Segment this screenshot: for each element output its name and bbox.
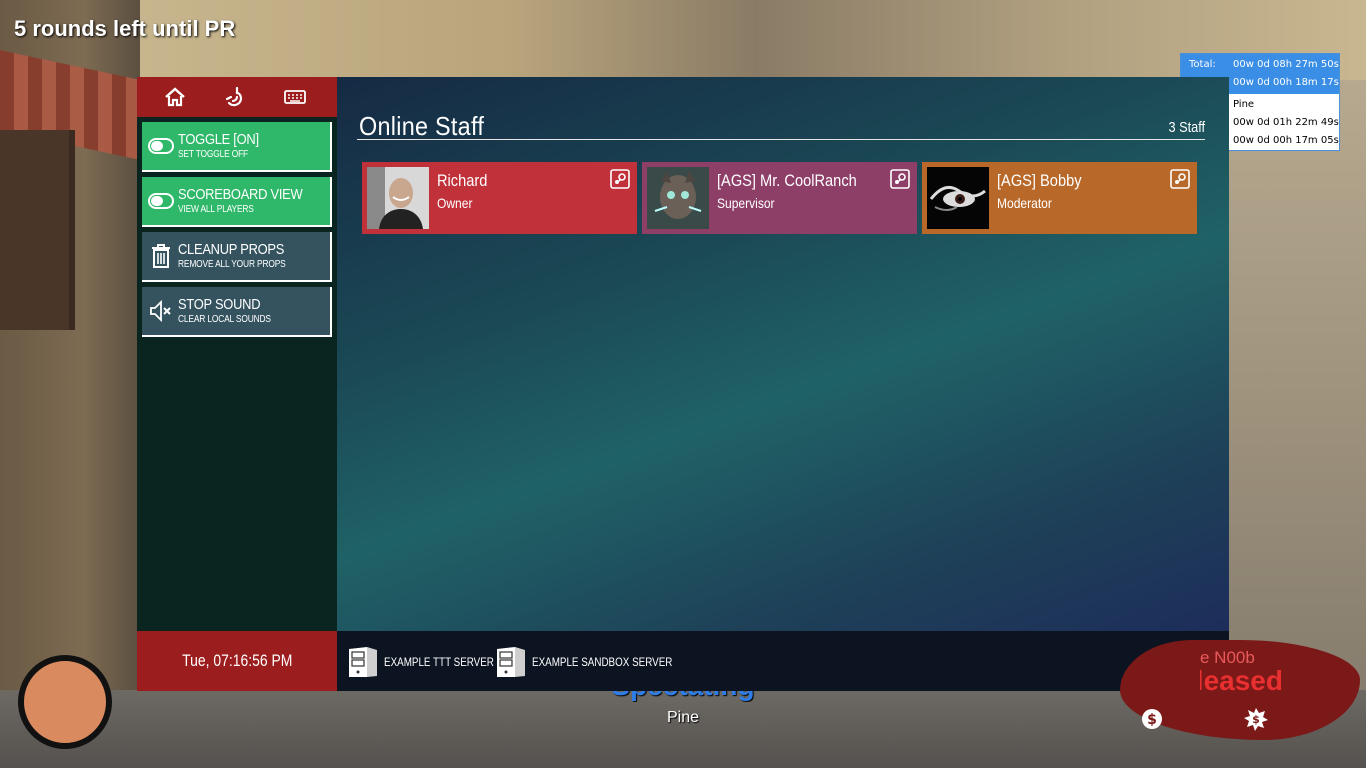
server-link-ttt[interactable]: EXAMPLE TTT SERVER	[347, 645, 518, 679]
toggle-icon	[148, 132, 174, 160]
rounds-left-text: 5 rounds left until PR	[14, 16, 236, 41]
sidebar-tabs	[137, 77, 337, 117]
staff-count: 3 Staff	[1168, 119, 1205, 136]
staff-card[interactable]: [AGS] Mr. CoolRanch Supervisor	[642, 162, 917, 234]
stop-sound-button[interactable]: STOP SOUND CLEAR LOCAL SOUNDS	[142, 287, 332, 337]
steam-icon[interactable]	[610, 169, 630, 189]
player-total: 00w 0d 01h 22m 49s	[1233, 117, 1339, 128]
staff-card[interactable]: [AGS] Bobby Moderator	[922, 162, 1197, 234]
background-door	[0, 130, 75, 330]
server-link-sandbox[interactable]: EXAMPLE SANDBOX SERVER	[495, 645, 703, 679]
mute-icon	[148, 297, 174, 325]
home-icon[interactable]	[163, 85, 187, 109]
online-staff-panel: Online Staff 3 Staff Richard Owner [AGS]…	[337, 77, 1229, 631]
page-title: Online Staff	[359, 111, 485, 141]
title-divider	[357, 139, 1205, 140]
avatar	[647, 167, 709, 229]
svg-text:$: $	[1252, 713, 1260, 726]
total-label: Total:	[1189, 59, 1216, 70]
player-name: Pine	[1233, 99, 1255, 110]
cleanup-props-title: CLEANUP PROPS	[178, 241, 285, 258]
scoreboard-view-button[interactable]: SCOREBOARD VIEW VIEW ALL PLAYERS	[142, 177, 332, 227]
staff-rank: Supervisor	[717, 195, 775, 211]
keyboard-icon[interactable]	[283, 85, 307, 109]
server-icon	[495, 645, 527, 679]
spectating-target: Pine	[666, 709, 700, 726]
svg-text:$: $	[1147, 712, 1157, 728]
toggle-icon	[148, 187, 174, 215]
hand-icon[interactable]	[223, 85, 247, 109]
staff-name: Richard	[437, 171, 488, 190]
lost-money-icon: $	[1243, 706, 1269, 732]
staff-rank: Owner	[437, 195, 473, 211]
total-value: 00w 0d 08h 27m 50s	[1233, 59, 1339, 70]
stop-sound-subtitle: CLEAR LOCAL SOUNDS	[178, 314, 271, 325]
toggle-button[interactable]: TOGGLE [ON] SET TOGGLE OFF	[142, 122, 332, 172]
avatar	[367, 167, 429, 229]
staff-name: [AGS] Bobby	[997, 171, 1082, 190]
scoreboard-view-title: SCOREBOARD VIEW	[178, 186, 303, 203]
sidebar: TOGGLE [ON] SET TOGGLE OFF SCOREBOARD VI…	[137, 77, 337, 631]
player-session: 00w 0d 00h 17m 05s	[1233, 135, 1339, 146]
money-icon: $	[1139, 706, 1165, 732]
datetime-text: Tue, 07:16:56 PM	[181, 651, 293, 670]
staff-card[interactable]: Richard Owner	[362, 162, 637, 234]
steam-icon[interactable]	[1170, 169, 1190, 189]
toggle-button-subtitle: SET TOGGLE OFF	[178, 149, 249, 160]
health-orb	[18, 655, 112, 749]
toggle-button-title: TOGGLE [ON]	[178, 131, 259, 148]
server-icon	[347, 645, 379, 679]
cleanup-props-button[interactable]: CLEANUP PROPS REMOVE ALL YOUR PROPS	[142, 232, 332, 282]
steam-icon[interactable]	[890, 169, 910, 189]
staff-rank: Moderator	[997, 195, 1052, 211]
trash-icon	[148, 242, 174, 270]
server-footer: EXAMPLE TTT SERVER EXAMPLE SANDBOX SERVE…	[337, 631, 1229, 691]
f4-menu: TOGGLE [ON] SET TOGGLE OFF SCOREBOARD VI…	[137, 77, 1229, 691]
staff-name: [AGS] Mr. CoolRanch	[717, 171, 857, 190]
server-label: EXAMPLE SANDBOX SERVER	[532, 655, 673, 669]
cleanup-props-subtitle: REMOVE ALL YOUR PROPS	[178, 259, 286, 270]
session-value: 00w 0d 00h 18m 17s	[1233, 77, 1339, 88]
scoreboard-view-subtitle: VIEW ALL PLAYERS	[178, 204, 254, 215]
datetime-display: Tue, 07:16:56 PM	[137, 631, 337, 691]
avatar	[927, 167, 989, 229]
server-label: EXAMPLE TTT SERVER	[384, 655, 494, 669]
stop-sound-title: STOP SOUND	[178, 296, 261, 313]
